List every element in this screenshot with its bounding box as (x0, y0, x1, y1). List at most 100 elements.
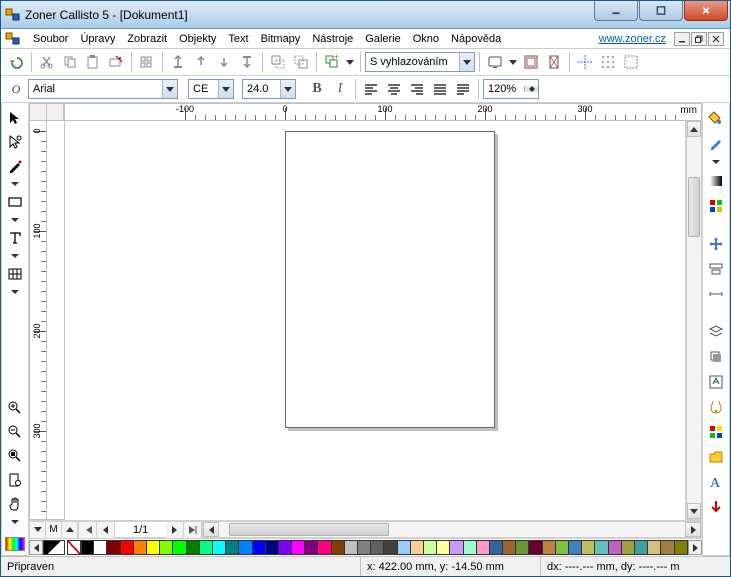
text-dropdown[interactable] (4, 251, 26, 261)
color-swatch[interactable] (305, 540, 318, 555)
color-picker-tool[interactable] (705, 195, 727, 217)
table-dropdown[interactable] (4, 287, 26, 297)
mdi-minimize[interactable] (674, 32, 690, 46)
color-scroll-left[interactable] (29, 540, 43, 555)
menu-soubor[interactable]: Soubor (27, 31, 74, 47)
pen-dropdown[interactable] (4, 179, 26, 189)
palette-button[interactable] (5, 537, 25, 551)
layer-down[interactable] (30, 522, 46, 538)
vertical-ruler[interactable]: 0100200300 (29, 121, 47, 520)
select-tool[interactable] (4, 107, 26, 129)
align-right-button[interactable] (406, 78, 428, 100)
color-swatch[interactable] (635, 540, 648, 555)
scroll-up-button[interactable] (687, 121, 701, 137)
display-dropdown[interactable] (507, 51, 519, 73)
order-front-button[interactable] (167, 51, 189, 73)
ruler-corner[interactable] (29, 103, 65, 121)
lang-combo[interactable]: CE (188, 79, 234, 99)
color-swatch[interactable] (622, 540, 635, 555)
color-swatch[interactable] (477, 540, 490, 555)
styles-panel-button[interactable] (705, 371, 727, 393)
break-button[interactable] (290, 51, 312, 73)
order-forward-button[interactable] (190, 51, 212, 73)
color-swatch[interactable] (464, 540, 477, 555)
color-swatch[interactable] (529, 540, 542, 555)
order-backward-button[interactable] (213, 51, 235, 73)
gradient-tool[interactable] (705, 170, 727, 192)
no-color-swatch[interactable] (67, 540, 81, 555)
shape-edit-tool[interactable] (4, 131, 26, 153)
table-tool[interactable] (4, 263, 26, 285)
color-swatch[interactable] (345, 540, 358, 555)
delete-button[interactable] (105, 51, 127, 73)
align-center-button[interactable] (383, 78, 405, 100)
color-swatch[interactable] (279, 540, 292, 555)
pen-color-tool[interactable] (705, 132, 727, 154)
snap-guides-button[interactable] (574, 51, 596, 73)
color-swatch[interactable] (200, 540, 213, 555)
color-swatch[interactable] (490, 540, 503, 555)
color-swatch[interactable] (543, 540, 556, 555)
color-swatch[interactable] (424, 540, 437, 555)
zoom-spinner[interactable] (524, 86, 538, 92)
minimize-button[interactable] (594, 1, 638, 21)
duplicate-dropdown[interactable] (344, 51, 356, 73)
shadow-tool[interactable] (705, 346, 727, 368)
menu-úpravy[interactable]: Úpravy (74, 31, 121, 47)
folder-button[interactable] (705, 446, 727, 468)
color-swatch[interactable] (595, 540, 608, 555)
color-swatch[interactable] (661, 540, 674, 555)
undo-button[interactable] (5, 51, 27, 73)
pan-tool[interactable] (4, 493, 26, 515)
lang-arrow[interactable] (218, 80, 233, 98)
size-arrow[interactable] (280, 80, 295, 98)
text-panel-button[interactable]: A (705, 471, 727, 493)
menu-nápověda[interactable]: Nápověda (445, 31, 507, 47)
vertical-scrollbar[interactable] (686, 121, 702, 520)
mdi-restore[interactable] (691, 32, 707, 46)
show-page-button[interactable] (543, 51, 565, 73)
combine-button[interactable] (267, 51, 289, 73)
dimensions-tool[interactable] (705, 283, 727, 305)
text-tool[interactable] (4, 227, 26, 249)
pen-tool[interactable] (4, 155, 26, 177)
rect-dropdown[interactable] (4, 215, 26, 225)
close-button[interactable] (684, 1, 728, 21)
font-combo[interactable]: Arial (28, 79, 178, 99)
zoom-down[interactable] (524, 89, 538, 92)
color-swatch[interactable] (318, 540, 331, 555)
color-swatch[interactable] (358, 540, 371, 555)
color-swatch[interactable] (516, 540, 529, 555)
rect-tool[interactable] (4, 191, 26, 213)
color-swatch[interactable] (213, 540, 226, 555)
color-swatch[interactable] (371, 540, 384, 555)
scroll-down-button[interactable] (687, 503, 701, 519)
duplicate-button[interactable]: + (321, 51, 343, 73)
align-justify-button[interactable] (429, 78, 451, 100)
scroll-left-button[interactable] (203, 522, 219, 537)
menu-galerie[interactable]: Galerie (359, 31, 406, 47)
scroll-right-button[interactable] (685, 522, 701, 537)
color-swatch[interactable] (226, 540, 239, 555)
color-swatch[interactable] (239, 540, 252, 555)
fill-color-well[interactable] (43, 540, 65, 555)
paste-button[interactable] (82, 51, 104, 73)
align-left-button[interactable] (360, 78, 382, 100)
snap-objects-button[interactable] (620, 51, 642, 73)
color-swatch[interactable] (147, 540, 160, 555)
color-swatch[interactable] (411, 540, 424, 555)
zoom-out-tool[interactable] (4, 421, 26, 443)
menu-nástroje[interactable]: Nástroje (306, 31, 359, 47)
color-swatch[interactable] (675, 540, 688, 555)
color-swatch[interactable] (569, 540, 582, 555)
page-next[interactable] (166, 522, 184, 538)
show-margins-button[interactable] (520, 51, 542, 73)
menu-bitmapy[interactable]: Bitmapy (255, 31, 307, 47)
gallery-button[interactable] (705, 421, 727, 443)
zoom-fit-tool[interactable] (4, 445, 26, 467)
color-swatch[interactable] (266, 540, 279, 555)
italic-button[interactable]: I (329, 78, 351, 100)
page-prev[interactable] (97, 522, 115, 538)
v-scroll-thumb[interactable] (688, 177, 700, 237)
align-full-button[interactable] (452, 78, 474, 100)
